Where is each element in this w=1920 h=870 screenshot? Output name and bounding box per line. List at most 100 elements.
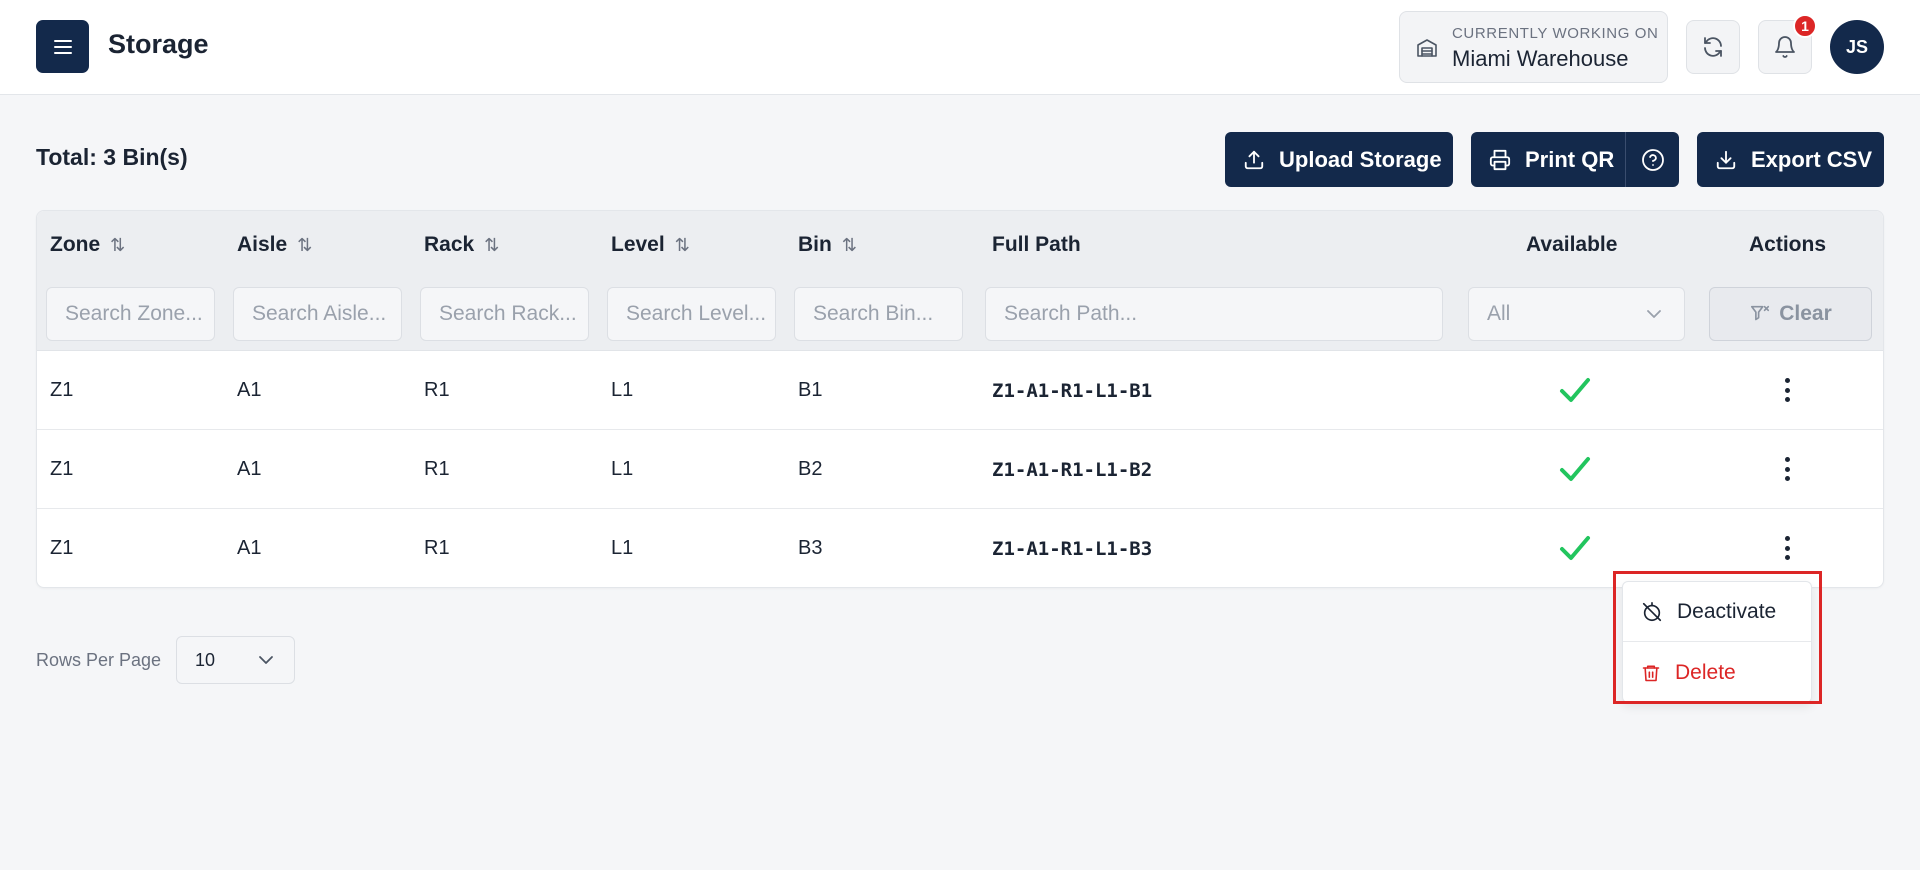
dot — [1784, 387, 1790, 393]
print-qr-button[interactable]: Print QR — [1471, 132, 1626, 187]
chevron-down-icon — [259, 656, 273, 664]
column-label: Available — [1526, 233, 1618, 256]
dot — [1784, 457, 1790, 462]
path-search-input[interactable] — [1004, 302, 1442, 326]
highlight-box — [1613, 571, 1822, 704]
rack-cell: R1 — [424, 379, 450, 401]
clear-filters-label: Clear — [1779, 302, 1832, 325]
dot — [1784, 476, 1790, 481]
level-filter-field[interactable] — [607, 287, 776, 341]
working-on-value: Miami Warehouse — [1452, 46, 1629, 71]
rack-search-input[interactable] — [439, 302, 588, 326]
table-row: Z1 A1 R1 L1 B2 Z1-A1-R1-L1-B2 — [37, 430, 1883, 509]
print-qr-label: Print QR — [1525, 146, 1615, 172]
sort-icon: ⇅ — [841, 234, 857, 255]
available-filter-value: All — [1487, 302, 1511, 325]
available-check-icon — [1560, 378, 1590, 402]
hamburger-icon — [53, 39, 72, 54]
column-header-rack[interactable]: Rack ⇅ — [424, 233, 499, 257]
column-header-available: Available — [1526, 233, 1617, 257]
row-actions-button[interactable] — [1777, 454, 1797, 484]
level-cell: L1 — [611, 458, 634, 480]
aisle-cell: A1 — [237, 537, 262, 559]
column-header-zone[interactable]: Zone ⇅ — [50, 233, 125, 257]
level-cell: L1 — [611, 537, 634, 559]
level-search-input[interactable] — [626, 302, 775, 326]
column-header-full-path: Full Path — [992, 233, 1081, 257]
upload-storage-label: Upload Storage — [1279, 146, 1442, 172]
full-path-cell: Z1-A1-R1-L1-B2 — [992, 459, 1153, 481]
rows-per-page-value: 10 — [195, 649, 216, 670]
export-csv-label: Export CSV — [1751, 146, 1873, 172]
aisle-filter-field[interactable] — [233, 287, 402, 341]
column-header-actions: Actions — [1749, 233, 1826, 257]
zone-filter-field[interactable] — [46, 287, 215, 341]
column-label: Actions — [1749, 233, 1827, 256]
path-filter-field[interactable] — [985, 287, 1443, 341]
bin-cell: B2 — [798, 458, 823, 480]
dot — [1784, 378, 1790, 383]
column-header-aisle[interactable]: Aisle ⇅ — [237, 233, 312, 257]
rack-filter-field[interactable] — [420, 287, 589, 341]
printer-icon — [1489, 149, 1511, 170]
rack-cell: R1 — [424, 458, 450, 480]
aisle-cell: A1 — [237, 458, 262, 480]
menu-button[interactable] — [36, 20, 89, 73]
dot — [1784, 545, 1790, 551]
notification-badge: 1 — [1793, 14, 1817, 38]
top-bar: Storage CURRENTLY WORKING ON Miami Wareh… — [0, 0, 1920, 95]
available-filter-select[interactable]: All — [1468, 287, 1685, 341]
aisle-search-input[interactable] — [252, 302, 401, 326]
zone-search-input[interactable] — [65, 302, 214, 326]
warehouse-selector[interactable]: CURRENTLY WORKING ON Miami Warehouse — [1399, 11, 1668, 83]
full-path-cell: Z1-A1-R1-L1-B3 — [992, 538, 1153, 560]
available-check-icon — [1560, 457, 1590, 481]
total-count: Total: 3 Bin(s) — [36, 144, 188, 170]
column-label: Full Path — [992, 233, 1081, 256]
filter-clear-icon — [1751, 305, 1770, 321]
chevron-down-icon — [1647, 310, 1661, 318]
dot — [1784, 555, 1790, 560]
refresh-button[interactable] — [1686, 20, 1740, 74]
sort-icon: ⇅ — [674, 234, 690, 255]
user-avatar[interactable]: JS — [1830, 20, 1884, 74]
rows-per-page-label: Rows Per Page — [36, 650, 162, 670]
table-row: Z1 A1 R1 L1 B1 Z1-A1-R1-L1-B1 — [37, 351, 1883, 430]
column-header-bin[interactable]: Bin ⇅ — [798, 233, 857, 257]
row-actions-button[interactable] — [1777, 533, 1797, 563]
bin-search-input[interactable] — [813, 302, 962, 326]
level-cell: L1 — [611, 379, 634, 401]
refresh-icon — [1704, 37, 1722, 57]
print-qr-help-button[interactable] — [1626, 132, 1679, 187]
column-label: Zone — [50, 233, 101, 256]
zone-cell: Z1 — [50, 458, 74, 480]
bell-icon — [1775, 36, 1795, 58]
bin-cell: B3 — [798, 537, 823, 559]
column-label: Aisle — [237, 233, 288, 256]
sort-icon: ⇅ — [484, 234, 500, 255]
sort-icon: ⇅ — [297, 234, 313, 255]
upload-storage-button[interactable]: Upload Storage — [1225, 132, 1453, 187]
storage-table: Zone ⇅ Aisle ⇅ Rack ⇅ Level ⇅ Bin ⇅ Full Path… — [36, 210, 1884, 588]
download-icon — [1716, 150, 1736, 169]
export-csv-button[interactable]: Export CSV — [1697, 132, 1884, 187]
print-qr-group: Print QR — [1471, 132, 1679, 187]
aisle-cell: A1 — [237, 379, 262, 401]
help-icon — [1641, 148, 1664, 171]
column-label: Bin — [798, 233, 832, 256]
full-path-cell: Z1-A1-R1-L1-B1 — [992, 380, 1153, 402]
clear-filters-button[interactable]: Clear — [1709, 287, 1872, 341]
column-label: Rack — [424, 233, 475, 256]
bin-filter-field[interactable] — [794, 287, 963, 341]
upload-icon — [1244, 150, 1264, 169]
working-on-label: CURRENTLY WORKING ON — [1452, 25, 1659, 42]
dot — [1784, 536, 1790, 541]
table-row: Z1 A1 R1 L1 B3 Z1-A1-R1-L1-B3 — [37, 509, 1883, 587]
dot — [1784, 397, 1790, 402]
table-header: Zone ⇅ Aisle ⇅ Rack ⇅ Level ⇅ Bin ⇅ Full Path… — [37, 211, 1883, 351]
column-label: Level — [611, 233, 665, 256]
column-header-level[interactable]: Level ⇅ — [611, 233, 690, 257]
rack-cell: R1 — [424, 537, 450, 559]
row-actions-button[interactable] — [1777, 375, 1797, 405]
rows-per-page-select[interactable]: 10 — [176, 636, 295, 684]
